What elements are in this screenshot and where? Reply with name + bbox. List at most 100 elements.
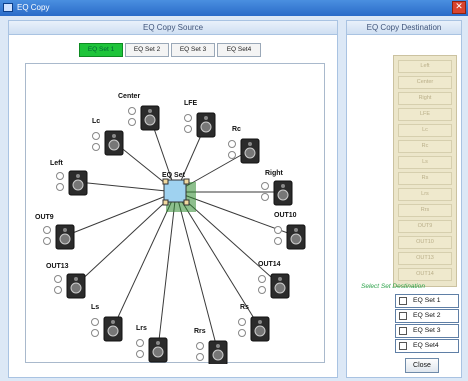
tab-eq-set-4[interactable]: EQ Set4 (217, 43, 261, 57)
speaker-label: OUT9 (35, 214, 54, 221)
speaker-cone (244, 147, 256, 159)
destination-channel-out10[interactable]: OUT10 (398, 236, 452, 249)
radio-button-icon[interactable] (91, 329, 99, 337)
close-button[interactable]: Close (405, 358, 439, 373)
speaker-out9[interactable]: OUT9 (35, 214, 75, 250)
radio-button-icon[interactable] (261, 182, 269, 190)
destination-channel-rrs[interactable]: Rrs (398, 204, 452, 217)
radio-button-icon[interactable] (184, 125, 192, 133)
radio-button-icon[interactable] (128, 118, 136, 126)
speaker-label: Lrs (136, 325, 147, 332)
destination-set-4-button[interactable]: EQ Set4 (395, 339, 459, 353)
set-button-label: EQ Set 3 (413, 327, 441, 334)
radio-button-icon[interactable] (258, 275, 266, 283)
speaker-out10[interactable]: OUT10 (274, 212, 306, 250)
radio-button-icon[interactable] (274, 226, 282, 234)
window-close-button[interactable]: ✕ (452, 1, 466, 14)
speaker-rc[interactable]: Rc (228, 126, 260, 164)
speaker-lfe[interactable]: LFE (184, 100, 216, 138)
speaker-rs[interactable]: Rs (238, 304, 270, 342)
destination-channel-ls[interactable]: Ls (398, 156, 452, 169)
radio-button-icon[interactable] (238, 329, 246, 337)
radio-button-icon[interactable] (91, 318, 99, 326)
speaker-cone (72, 179, 84, 191)
radio-button-icon[interactable] (228, 151, 236, 159)
speaker-rrs[interactable]: Rrs (194, 328, 228, 364)
radio-button-icon[interactable] (92, 143, 100, 151)
destination-channel-center[interactable]: Center (398, 76, 452, 89)
hub-label: EQ Set (162, 172, 186, 179)
radio-button-icon[interactable] (196, 353, 204, 361)
speaker-label: Lc (92, 118, 100, 125)
speaker-center[interactable]: Center (118, 93, 160, 131)
speaker-out14[interactable]: OUT14 (258, 261, 290, 299)
route-line (64, 191, 177, 237)
speaker-label: Rrs (194, 328, 206, 335)
checkbox-icon (399, 312, 407, 320)
radio-button-icon[interactable] (128, 107, 136, 115)
destination-channel-left[interactable]: Left (398, 60, 452, 73)
speaker-label: LFE (184, 100, 198, 107)
tab-eq-set-3[interactable]: EQ Set 3 (171, 43, 215, 57)
destination-channel-rs[interactable]: Rs (398, 172, 452, 185)
radio-button-icon[interactable] (238, 318, 246, 326)
speaker-tweeter (112, 134, 116, 138)
destination-channel-lrs[interactable]: Lrs (398, 188, 452, 201)
speaker-out13[interactable]: OUT13 (46, 263, 86, 299)
speaker-ls[interactable]: Ls (91, 304, 123, 342)
destination-channel-out13[interactable]: OUT13 (398, 252, 452, 265)
radio-button-icon[interactable] (54, 275, 62, 283)
speaker-label: Rs (240, 304, 249, 311)
speaker-label: Left (50, 160, 64, 167)
radio-button-icon[interactable] (43, 226, 51, 234)
checkbox-icon (399, 342, 407, 350)
speaker-lc[interactable]: Lc (92, 118, 124, 156)
destination-set-2-button[interactable]: EQ Set 2 (395, 309, 459, 323)
title-bar: EQ Copy ✕ (0, 0, 468, 16)
destination-channel-out14[interactable]: OUT14 (398, 268, 452, 281)
radio-button-icon[interactable] (56, 183, 64, 191)
radio-button-icon[interactable] (92, 132, 100, 140)
speaker-tweeter (216, 344, 220, 348)
speaker-cone (107, 325, 119, 337)
hub-handle (162, 199, 169, 206)
eq-copy-destination-panel: EQ Copy Destination Left Center Right LFE Lc… (346, 20, 462, 378)
radio-button-icon[interactable] (228, 140, 236, 148)
speaker-left[interactable]: Left (50, 160, 88, 196)
destination-channel-out9[interactable]: OUT9 (398, 220, 452, 233)
radio-button-icon[interactable] (43, 237, 51, 245)
speaker-lrs[interactable]: Lrs (136, 325, 168, 363)
radio-button-icon[interactable] (56, 172, 64, 180)
radio-button-icon[interactable] (274, 237, 282, 245)
radio-button-icon[interactable] (136, 339, 144, 347)
radio-button-icon[interactable] (196, 342, 204, 350)
radio-button-icon[interactable] (54, 286, 62, 294)
tab-eq-set-2[interactable]: EQ Set 2 (125, 43, 169, 57)
speaker-tweeter (281, 184, 285, 188)
speaker-tweeter (63, 228, 67, 232)
destination-channel-lfe[interactable]: LFE (398, 108, 452, 121)
radio-button-icon[interactable] (184, 114, 192, 122)
set-button-label: EQ Set 2 (413, 312, 441, 319)
tab-eq-set-1[interactable]: EQ Set 1 (79, 43, 123, 57)
speaker-cone (254, 325, 266, 337)
speaker-tweeter (258, 320, 262, 324)
destination-channel-right[interactable]: Right (398, 92, 452, 105)
speaker-tweeter (76, 174, 80, 178)
speaker-tweeter (204, 116, 208, 120)
select-set-destination-label: Select Set Destination (361, 283, 425, 290)
speaker-cone (274, 282, 286, 294)
destination-channel-rc[interactable]: Rc (398, 140, 452, 153)
speaker-cone (212, 349, 224, 361)
destination-set-3-button[interactable]: EQ Set 3 (395, 324, 459, 338)
radio-button-icon[interactable] (136, 350, 144, 358)
destination-set-1-button[interactable]: EQ Set 1 (395, 294, 459, 308)
speaker-tweeter (148, 109, 152, 113)
speaker-tweeter (74, 277, 78, 281)
destination-channel-lc[interactable]: Lc (398, 124, 452, 137)
speaker-routing-diagram: Center LFE Rc Right OUT10 OUT14 Rs Rrs Lrs Ls OUT1… (25, 63, 325, 364)
radio-button-icon[interactable] (258, 286, 266, 294)
speaker-cone (144, 114, 156, 126)
speaker-right[interactable]: Right (261, 170, 293, 206)
radio-button-icon[interactable] (261, 193, 269, 201)
